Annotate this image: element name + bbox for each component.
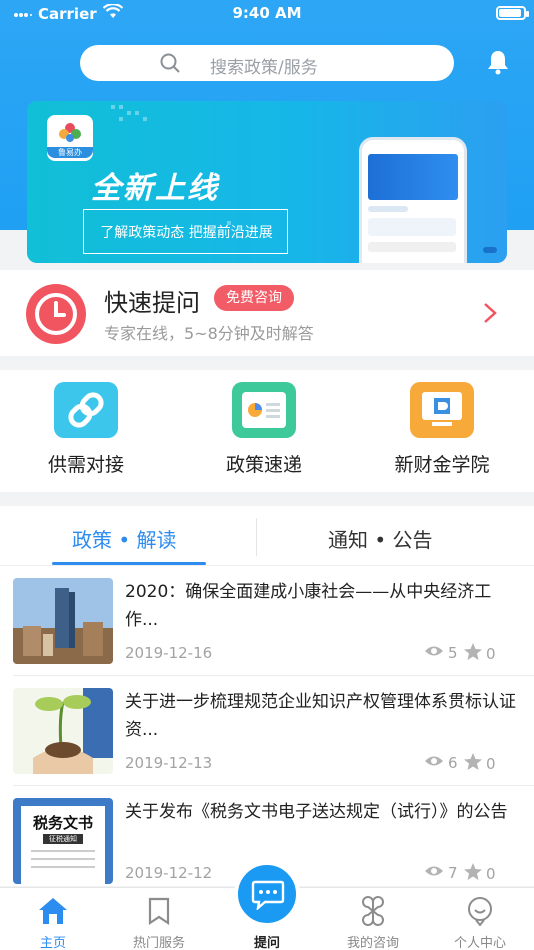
tab-policy-interpretation[interactable]: 政策 • 解读 <box>72 524 177 553</box>
banner-subtitle: 了解政策动态 把握前沿进展 <box>100 225 273 241</box>
article-views: 6 <box>424 754 458 772</box>
star-icon <box>464 863 482 884</box>
tax-doc-subheading: 征税通知 <box>43 834 83 844</box>
search-placeholder: 搜索政策/服务 <box>210 58 318 78</box>
tabbar-label: 主页 <box>39 936 66 950</box>
report-card-icon <box>232 382 296 438</box>
phone-mockup-image <box>359 137 467 263</box>
bookmark-icon <box>144 896 174 926</box>
star-icon <box>464 753 482 774</box>
service-grid: 供需对接 政策速递 新财金学院 <box>0 370 534 492</box>
profile-icon <box>465 896 495 927</box>
article-title: 关于发布《税务文书电子送达规定（试行）》的公告 <box>125 802 508 822</box>
eye-icon <box>424 754 444 772</box>
ask-question-button[interactable] <box>234 861 300 927</box>
service-supply-demand[interactable]: 供需对接 <box>0 370 178 492</box>
chevron-right-icon <box>482 302 498 324</box>
tabbar-label: 热门服务 <box>132 936 185 950</box>
tab-notices[interactable]: 通知 • 公告 <box>328 524 433 553</box>
star-count: 0 <box>486 754 496 773</box>
status-time: 9:40 AM <box>232 4 302 22</box>
tabbar-label: 提问 <box>253 936 280 950</box>
app-screen: Carrier 9:40 AM 搜索政策/服务 鲁易办 全新上线 了解政策动态 … <box>0 0 534 950</box>
article-date: 2019-12-13 <box>125 754 213 772</box>
app-logo-text: 鲁易办 <box>47 147 93 158</box>
tax-doc-heading: 税务文书 <box>32 814 93 832</box>
status-bar: Carrier 9:40 AM <box>0 0 534 28</box>
star-count: 0 <box>486 644 496 663</box>
carousel-indicator <box>483 247 497 253</box>
promo-banner[interactable]: 鲁易办 全新上线 了解政策动态 把握前沿进展 <box>27 101 507 263</box>
active-tab-indicator <box>52 562 206 565</box>
quick-ask-description: 专家在线，5~8分钟及时解答 <box>104 324 314 343</box>
search-bar[interactable]: 搜索政策/服务 <box>80 45 454 81</box>
flower-logo-icon <box>58 122 82 144</box>
service-label: 供需对接 <box>47 454 124 476</box>
bell-icon[interactable] <box>484 48 512 76</box>
growing-money-plant-image <box>13 688 113 774</box>
service-label: 政策速递 <box>225 454 302 476</box>
tab-divider <box>256 518 257 556</box>
article-stars: 0 <box>464 753 496 774</box>
article-date: 2019-12-16 <box>125 644 213 662</box>
view-count: 6 <box>448 754 458 772</box>
article-title: 关于进一步梳理规范企业知识产权管理体系贯标认证资... <box>125 692 516 740</box>
clock-icon <box>26 284 86 344</box>
article-date: 2019-12-12 <box>125 864 213 882</box>
tabbar-item-hot-services[interactable]: 热门服务 <box>106 888 212 950</box>
service-policy-express[interactable]: 政策速递 <box>178 370 356 492</box>
eye-icon <box>424 644 444 662</box>
battery-level <box>499 9 521 17</box>
article-item[interactable]: 2020：确保全面建成小康社会——从中央经济工作... 2019-12-16 5… <box>0 566 534 676</box>
article-views: 7 <box>424 864 458 882</box>
article-stars: 0 <box>464 643 496 664</box>
news-tabs: 政策 • 解读 通知 • 公告 <box>0 506 534 566</box>
article-title: 2020：确保全面建成小康社会——从中央经济工作... <box>125 582 492 630</box>
quick-ask-card[interactable]: 快速提问 免费咨询 专家在线，5~8分钟及时解答 <box>0 270 534 356</box>
banner-subtitle-frame: 了解政策动态 把握前沿进展 <box>83 209 288 254</box>
battery-icon <box>496 6 529 20</box>
quick-ask-title: 快速提问 <box>104 289 200 317</box>
tabbar-label: 个人中心 <box>453 936 506 950</box>
home-icon <box>38 896 68 926</box>
tabbar-item-home[interactable]: 主页 <box>0 888 106 950</box>
view-count: 7 <box>448 864 458 882</box>
search-icon <box>160 53 180 73</box>
star-count: 0 <box>486 864 496 883</box>
article-stars: 0 <box>464 863 496 884</box>
tabbar-item-my-consultations[interactable]: 我的咨询 <box>320 888 426 950</box>
app-logo: 鲁易办 <box>47 115 93 161</box>
news-section: 政策 • 解读 通知 • 公告 2020：确保全面建成小康社会——从中央经济工作… <box>0 506 534 886</box>
banner-title: 全新上线 <box>91 171 219 206</box>
tabbar-item-profile[interactable]: 个人中心 <box>427 888 533 950</box>
monitor-icon <box>410 382 474 438</box>
free-consult-badge: 免费咨询 <box>214 285 294 311</box>
view-count: 5 <box>448 644 458 662</box>
tax-document-image: 税务文书 征税通知 <box>13 798 113 884</box>
tabbar-label: 我的咨询 <box>346 936 399 950</box>
service-label: 新财金学院 <box>394 454 490 476</box>
star-icon <box>464 643 482 664</box>
article-item[interactable]: 关于进一步梳理规范企业知识产权管理体系贯标认证资... 2019-12-13 6… <box>0 676 534 786</box>
eye-icon <box>424 864 444 882</box>
clover-icon <box>358 896 388 926</box>
link-icon <box>54 382 118 438</box>
phone-screen-banner <box>368 154 458 200</box>
chat-bubble-icon <box>251 880 285 912</box>
city-skyline-image <box>13 578 113 664</box>
service-finance-academy[interactable]: 新财金学院 <box>356 370 534 492</box>
article-views: 5 <box>424 644 458 662</box>
